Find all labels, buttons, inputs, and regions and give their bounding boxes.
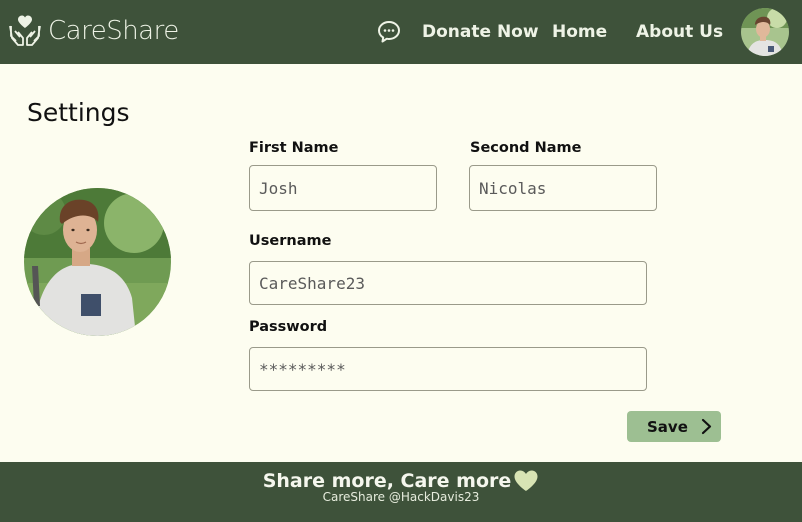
brand-logo[interactable]: CareShare bbox=[8, 14, 179, 48]
user-avatar[interactable] bbox=[741, 8, 789, 56]
chat-bubble-icon[interactable] bbox=[377, 20, 401, 44]
tagline-text: Share more, Care more bbox=[262, 470, 512, 492]
username-field[interactable]: CareShare23 bbox=[249, 261, 647, 305]
nav-about-us[interactable]: About Us bbox=[636, 22, 723, 42]
hands-heart-icon bbox=[9, 15, 41, 46]
username-label: Username bbox=[249, 233, 332, 249]
second-name-label: Second Name bbox=[470, 140, 582, 156]
password-field[interactable]: ********* bbox=[249, 347, 647, 391]
first-name-label: First Name bbox=[249, 140, 339, 156]
page-title: Settings bbox=[27, 98, 130, 127]
footer-credit: CareShare @HackDavis23 bbox=[322, 490, 480, 504]
profile-photo bbox=[24, 188, 171, 336]
first-name-field[interactable]: Josh bbox=[249, 165, 437, 211]
save-button[interactable]: Save bbox=[627, 411, 721, 442]
brand-name: CareShare bbox=[48, 16, 179, 46]
nav-home[interactable]: Home bbox=[552, 22, 607, 42]
password-label: Password bbox=[249, 319, 328, 335]
nav-donate-now[interactable]: Donate Now bbox=[422, 22, 539, 42]
chevron-right-icon bbox=[701, 418, 712, 435]
second-name-field[interactable]: Nicolas bbox=[469, 165, 657, 211]
save-button-label: Save bbox=[647, 417, 688, 436]
top-nav-bar: CareShare Donate Now Home About Us bbox=[0, 0, 802, 64]
